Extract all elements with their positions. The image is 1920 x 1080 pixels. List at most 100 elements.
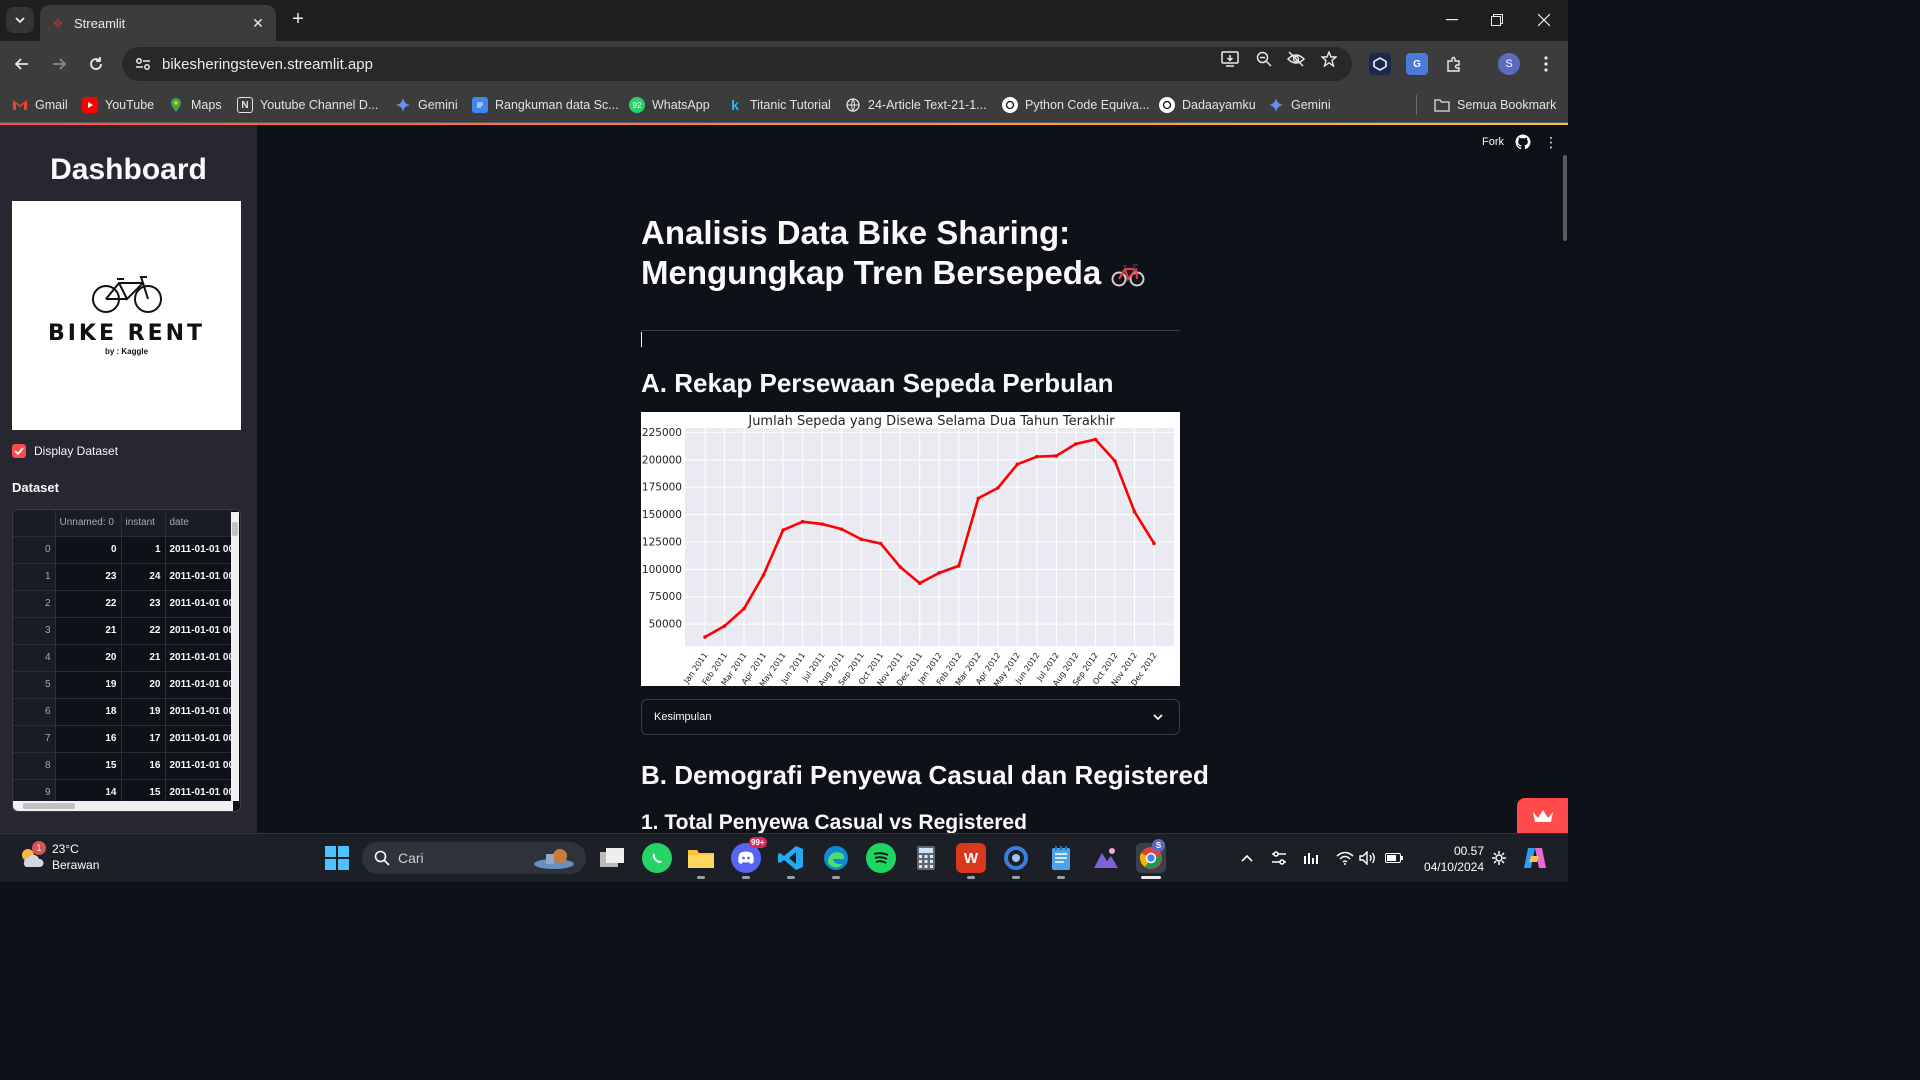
chrome-menu-icon[interactable] <box>1535 53 1557 75</box>
bookmark-gemini[interactable]: Gemini <box>395 95 458 115</box>
table-row[interactable]: 3 21 22 2011-01-01 00 <box>13 617 232 645</box>
table-horizontal-scrollbar[interactable] <box>13 801 233 811</box>
new-tab-button[interactable]: + <box>288 9 308 30</box>
spotify-icon[interactable] <box>866 843 896 873</box>
table-row[interactable]: 7 16 17 2011-01-01 00 <box>13 725 232 753</box>
cell-instant[interactable]: 22 <box>121 617 166 645</box>
photos-icon[interactable] <box>1091 843 1121 873</box>
discord-icon[interactable]: 99+ <box>731 837 767 873</box>
vscode-icon[interactable] <box>776 843 806 873</box>
display-dataset-checkbox[interactable]: Display Dataset <box>12 444 118 458</box>
back-button[interactable] <box>10 52 34 76</box>
zoom-icon[interactable] <box>1254 49 1274 69</box>
edge-icon[interactable] <box>821 843 851 873</box>
settings-sliders-icon[interactable] <box>1270 849 1288 867</box>
chrome-taskbar-icon[interactable]: S <box>1136 839 1166 873</box>
install-app-icon[interactable] <box>1220 49 1240 69</box>
all-bookmarks-button[interactable]: Semua Bookmark <box>1434 95 1556 115</box>
bookmark-article[interactable]: 24-Article Text-21-1... <box>845 95 987 115</box>
checkbox-checked-icon[interactable] <box>12 444 26 458</box>
column-header-date[interactable]: date <box>165 510 232 537</box>
cell-date[interactable]: 2011-01-01 00 <box>165 536 232 564</box>
table-vertical-scrollbar[interactable] <box>231 512 239 801</box>
show-hidden-icons[interactable] <box>1238 849 1256 867</box>
cell-instant[interactable]: 24 <box>121 563 166 591</box>
cell-date[interactable]: 2011-01-01 00 <box>165 725 232 753</box>
cell-instant[interactable]: 23 <box>121 590 166 618</box>
cell-date[interactable]: 2011-01-01 00 <box>165 698 232 726</box>
page-scrollbar[interactable] <box>1563 155 1567 241</box>
tab-close-icon[interactable]: ✕ <box>248 13 268 33</box>
cell-unnamed[interactable]: 20 <box>55 644 122 672</box>
dataset-table[interactable]: Unnamed: 0 instant date 0 0 1 2011-01-01 00… <box>12 509 241 812</box>
bookmark-youtube-channel[interactable]: N Youtube Channel D... <box>237 95 378 115</box>
kesimpulan-expander[interactable]: Kesimpulan <box>641 699 1180 735</box>
tab-search-button[interactable] <box>6 7 34 33</box>
cell-unnamed[interactable]: 23 <box>55 563 122 591</box>
bookmark-python-code[interactable]: Python Code Equiva... <box>1002 95 1149 115</box>
extension-1-icon[interactable] <box>1369 53 1391 75</box>
battery-icon[interactable] <box>1385 849 1403 867</box>
column-header-unnamed[interactable]: Unnamed: 0 <box>55 510 122 537</box>
fork-button[interactable]: Fork <box>1482 136 1504 148</box>
cell-date[interactable]: 2011-01-01 00 <box>165 644 232 672</box>
notification-settings-icon[interactable] <box>1490 849 1508 867</box>
wifi-icon[interactable] <box>1336 849 1354 867</box>
profile-avatar[interactable]: S <box>1498 53 1520 75</box>
scrollbar-thumb[interactable] <box>232 522 238 536</box>
cell-unnamed[interactable]: 16 <box>55 725 122 753</box>
browser-tab-streamlit[interactable]: Streamlit ✕ <box>40 5 276 41</box>
volume-icon[interactable] <box>1359 849 1377 867</box>
cell-unnamed[interactable]: 18 <box>55 698 122 726</box>
extensions-puzzle-icon[interactable] <box>1443 53 1465 75</box>
table-row[interactable]: 4 20 21 2011-01-01 00 <box>13 644 232 672</box>
taskbar-search[interactable]: Cari <box>362 842 586 874</box>
streamlit-badge[interactable] <box>1517 798 1568 833</box>
cell-instant[interactable]: 19 <box>121 698 166 726</box>
cell-date[interactable]: 2011-01-01 00 <box>165 671 232 699</box>
cell-unnamed[interactable]: 0 <box>55 536 122 564</box>
task-view-icon[interactable] <box>597 843 627 873</box>
table-row[interactable]: 6 18 19 2011-01-01 00 <box>13 698 232 726</box>
table-row[interactable]: 1 23 24 2011-01-01 00 <box>13 563 232 591</box>
clock[interactable]: 00.57 04/10/2024 <box>1416 843 1484 875</box>
table-row[interactable]: 0 0 1 2011-01-01 00 <box>13 536 232 564</box>
app-ring-icon[interactable] <box>1001 843 1031 873</box>
notepad-icon[interactable] <box>1046 843 1076 873</box>
cell-instant[interactable]: 1 <box>121 536 166 564</box>
tracking-protection-icon[interactable] <box>1286 49 1306 69</box>
table-row[interactable]: 5 19 20 2011-01-01 00 <box>13 671 232 699</box>
file-explorer-icon[interactable] <box>686 843 716 873</box>
performance-monitor-icon[interactable] <box>1302 849 1320 867</box>
start-button[interactable] <box>322 843 352 873</box>
bookmark-whatsapp[interactable]: 92 WhatsApp <box>629 95 710 115</box>
bookmark-titanic[interactable]: k Titanic Tutorial <box>727 95 831 115</box>
scrollbar-thumb[interactable] <box>23 803 75 809</box>
wps-office-icon[interactable]: W <box>956 843 986 873</box>
bookmark-youtube[interactable]: YouTube <box>82 95 154 115</box>
bookmark-dadaayamku[interactable]: Dadaayamku <box>1159 95 1256 115</box>
minimize-button[interactable] <box>1438 8 1466 32</box>
forward-button[interactable] <box>47 52 71 76</box>
column-header-instant[interactable]: instant <box>121 510 166 537</box>
reload-button[interactable] <box>84 52 108 76</box>
cell-date[interactable]: 2011-01-01 00 <box>165 563 232 591</box>
table-row[interactable]: 2 22 23 2011-01-01 00 <box>13 590 232 618</box>
copilot-icon[interactable] <box>1522 845 1548 871</box>
restore-button[interactable] <box>1483 8 1511 32</box>
address-bar[interactable]: bikesheringsteven.streamlit.app <box>122 47 1352 81</box>
cell-date[interactable]: 2011-01-01 00 <box>165 752 232 780</box>
close-window-button[interactable] <box>1530 8 1558 32</box>
column-header-index[interactable] <box>13 510 56 537</box>
whatsapp-taskbar-icon[interactable] <box>642 843 672 873</box>
github-icon[interactable] <box>1515 134 1531 150</box>
bookmark-gemini-2[interactable]: Gemini <box>1268 95 1331 115</box>
bookmark-gmail[interactable]: Gmail <box>12 95 68 115</box>
bookmark-maps[interactable]: Maps <box>168 95 222 115</box>
site-info-icon[interactable] <box>134 55 152 73</box>
cell-instant[interactable]: 17 <box>121 725 166 753</box>
cell-unnamed[interactable]: 21 <box>55 617 122 645</box>
cell-instant[interactable]: 16 <box>121 752 166 780</box>
google-translate-icon[interactable]: G <box>1406 53 1428 75</box>
cell-instant[interactable]: 20 <box>121 671 166 699</box>
